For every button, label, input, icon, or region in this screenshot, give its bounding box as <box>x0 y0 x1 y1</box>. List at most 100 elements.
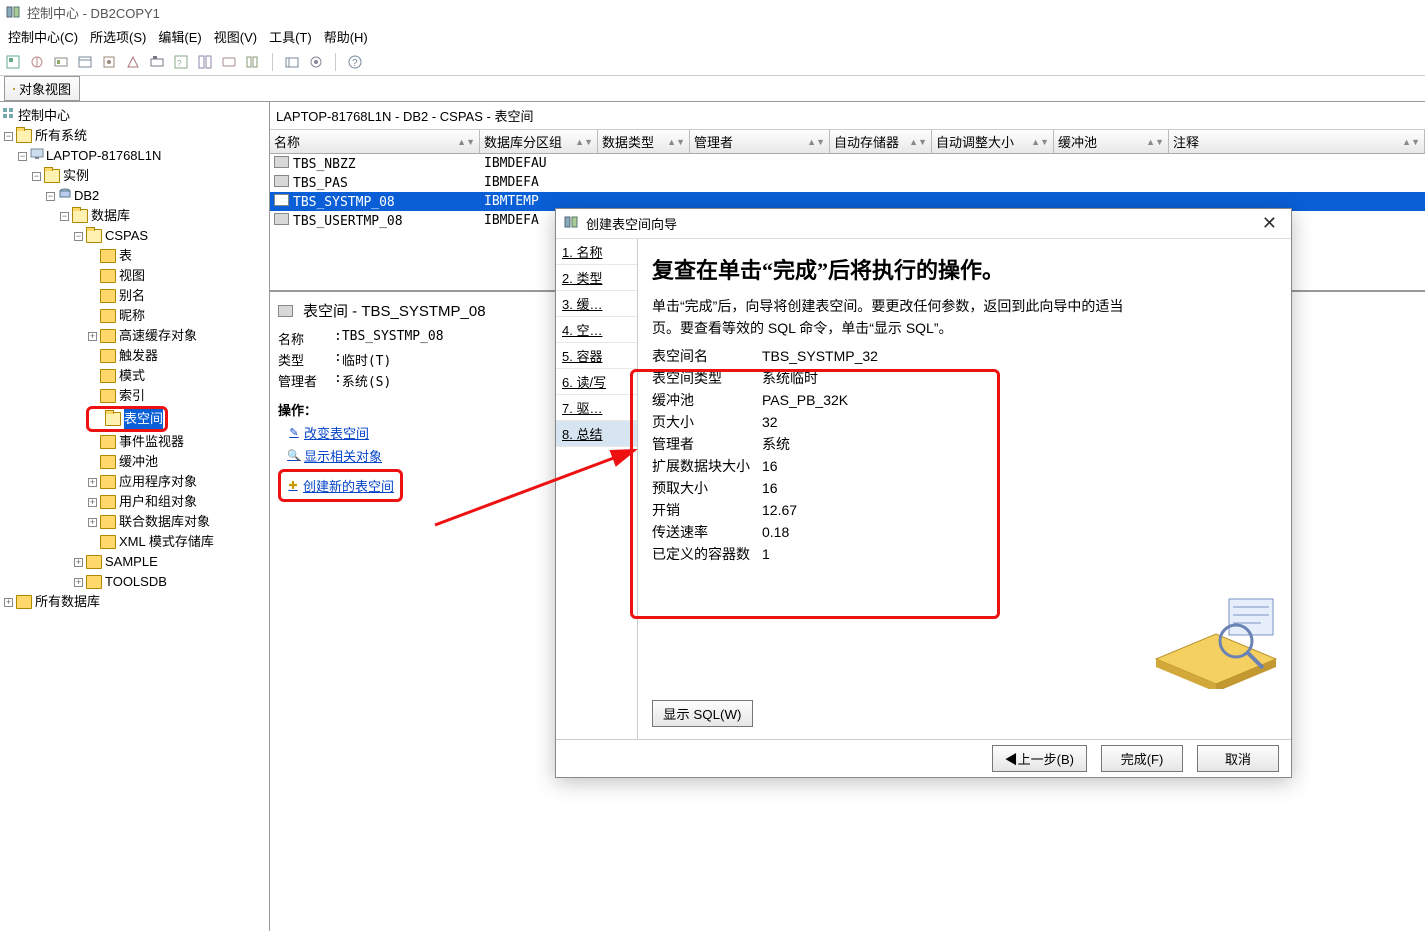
toolbar-icon-13[interactable] <box>307 53 325 71</box>
object-view-button[interactable]: 对象视图 <box>4 76 80 101</box>
menu-edit[interactable]: 编辑(E) <box>154 25 205 48</box>
menu-view[interactable]: 视图(V) <box>210 25 261 48</box>
tree-cspas[interactable]: − CSPAS <box>2 226 267 246</box>
tree-item[interactable]: XML 模式存储库 <box>2 532 267 552</box>
tree-item[interactable]: 表 <box>2 246 267 266</box>
tree-item[interactable]: 别名 <box>2 286 267 306</box>
wizard-icon <box>564 214 580 233</box>
toolbar-help-icon[interactable]: ? <box>346 53 364 71</box>
edit-icon: ✎ <box>288 427 300 439</box>
wizard-subtext1: 单击“完成”后，向导将创建表空间。要更改任何参数，返回到此向导中的适当 <box>652 295 1277 317</box>
view-tabs: 对象视图 <box>0 76 1425 102</box>
menu-help[interactable]: 帮助(H) <box>320 25 372 48</box>
tree-toolsdb[interactable]: +TOOLSDB <box>2 572 267 592</box>
toolbar-icon-1[interactable] <box>4 53 22 71</box>
wizard-illustration <box>1151 589 1281 689</box>
tree-item-tablespace[interactable]: 表空间 <box>2 406 267 432</box>
toolbar-icon-2[interactable] <box>28 53 46 71</box>
tree-item[interactable]: 索引 <box>2 386 267 406</box>
wizard-step-7[interactable]: 7. 驱… <box>556 395 637 421</box>
wizard-step-3[interactable]: 3. 缓… <box>556 291 637 317</box>
folder-open-icon <box>44 169 60 183</box>
wizard-nav: 1. 名称 2. 类型 3. 缓… 4. 空… 5. 容器 6. 读/写 7. … <box>556 239 638 739</box>
wizard-summary: 表空间名TBS_SYSTMP_32 表空间类型系统临时 缓冲池PAS_PB_32… <box>652 345 1277 565</box>
tree-item[interactable]: 事件监视器 <box>2 432 267 452</box>
toolbar-icon-8[interactable]: ? <box>172 53 190 71</box>
col-bufpool[interactable]: 缓冲池▲▼ <box>1054 130 1169 153</box>
back-button[interactable]: ◀上一步(B) <box>992 745 1087 772</box>
toolbar-icon-7[interactable] <box>148 53 166 71</box>
folder-open-icon <box>16 129 32 143</box>
menu-tools[interactable]: 工具(T) <box>265 25 316 48</box>
table-row[interactable]: TBS_NBZZIBMDEFAU <box>270 154 1425 173</box>
window-title-bar: 控制中心 - DB2COPY1 <box>0 0 1425 24</box>
tree-root[interactable]: 控制中心 <box>2 106 267 126</box>
col-dtype[interactable]: 数据类型▲▼ <box>598 130 690 153</box>
tree-item[interactable]: +用户和组对象 <box>2 492 267 512</box>
col-comment[interactable]: 注释▲▼ <box>1169 130 1425 153</box>
tree-item[interactable]: 模式 <box>2 366 267 386</box>
tree-db2[interactable]: − DB2 <box>2 186 267 206</box>
wizard-subtext2: 页。要查看等效的 SQL 命令，单击“显示 SQL”。 <box>652 317 1277 339</box>
menu-selection[interactable]: 所选项(S) <box>86 25 150 48</box>
wizard-step-1[interactable]: 1. 名称 <box>556 239 637 265</box>
wizard-step-2[interactable]: 2. 类型 <box>556 265 637 291</box>
tree-pane[interactable]: 控制中心 − 所有系统 − LAPTOP-81768L1N − 实例 − DB2 <box>0 102 270 931</box>
folder-open-icon <box>72 209 88 223</box>
tree-item[interactable]: 昵称 <box>2 306 267 326</box>
window-title: 控制中心 - DB2COPY1 <box>27 3 160 22</box>
show-sql-button[interactable]: 显示 SQL(W) <box>652 700 753 727</box>
app-icon <box>6 4 22 20</box>
toolbar-icon-9[interactable] <box>196 53 214 71</box>
col-name[interactable]: 名称▲▼ <box>270 130 480 153</box>
plus-icon: ✚ <box>287 480 299 492</box>
col-autostore[interactable]: 自动存储器▲▼ <box>830 130 932 153</box>
toolbar-icon-12[interactable] <box>283 53 301 71</box>
toolbar-icon-6[interactable] <box>124 53 142 71</box>
finish-button[interactable]: 完成(F) <box>1101 745 1183 772</box>
tree-all-systems[interactable]: − 所有系统 <box>2 126 267 146</box>
object-view-label: 对象视图 <box>19 79 71 98</box>
grid-header: 名称▲▼ 数据库分区组▲▼ 数据类型▲▼ 管理者▲▼ 自动存储器▲▼ 自动调整大… <box>270 130 1425 154</box>
wizard-heading: 复查在单击“完成”后将执行的操作。 <box>652 253 1277 285</box>
toolbar-icon-11[interactable] <box>244 53 262 71</box>
op-create-ts[interactable]: ✚创建新的表空间 <box>287 476 394 495</box>
tree-item[interactable]: +高速缓存对象 <box>2 326 267 346</box>
create-tablespace-wizard: 创建表空间向导 ✕ 1. 名称 2. 类型 3. 缓… 4. 空… 5. 容器 … <box>555 208 1292 778</box>
tree-item[interactable]: 缓冲池 <box>2 452 267 472</box>
wizard-step-6[interactable]: 6. 读/写 <box>556 369 637 395</box>
toolbar-icon-4[interactable] <box>76 53 94 71</box>
wizard-step-5[interactable]: 5. 容器 <box>556 343 637 369</box>
tree-item[interactable]: 视图 <box>2 266 267 286</box>
tree-sample[interactable]: +SAMPLE <box>2 552 267 572</box>
table-row[interactable]: TBS_PASIBMDEFA <box>270 173 1425 192</box>
tree-item[interactable]: +联合数据库对象 <box>2 512 267 532</box>
tree-item[interactable]: +应用程序对象 <box>2 472 267 492</box>
wizard-step-4[interactable]: 4. 空… <box>556 317 637 343</box>
menu-control-center[interactable]: 控制中心(C) <box>4 25 82 48</box>
close-button[interactable]: ✕ <box>1256 213 1283 234</box>
tree-instances[interactable]: − 实例 <box>2 166 267 186</box>
wizard-step-8[interactable]: 8. 总结 <box>556 421 637 447</box>
wizard-footer: ◀上一步(B) 完成(F) 取消 <box>556 739 1291 777</box>
col-mgr[interactable]: 管理者▲▼ <box>690 130 830 153</box>
tree-all-dbs[interactable]: +所有数据库 <box>2 592 267 612</box>
tree-host[interactable]: − LAPTOP-81768L1N <box>2 146 267 166</box>
wizard-content: 复查在单击“完成”后将执行的操作。 单击“完成”后，向导将创建表空间。要更改任何… <box>638 239 1291 739</box>
toolbar: ? ? <box>0 48 1425 76</box>
toolbar-icon-5[interactable] <box>100 53 118 71</box>
svg-text:?: ? <box>177 59 182 68</box>
breadcrumb: LAPTOP-81768L1N - DB2 - CSPAS - 表空间 <box>270 102 1425 130</box>
search-icon: 🔍 <box>288 450 300 462</box>
wizard-title-bar: 创建表空间向导 ✕ <box>556 209 1291 239</box>
col-autosize[interactable]: 自动调整大小▲▼ <box>932 130 1054 153</box>
toolbar-icon-10[interactable] <box>220 53 238 71</box>
tree-item[interactable]: 触发器 <box>2 346 267 366</box>
folder-open-icon <box>86 229 102 243</box>
svg-text:?: ? <box>352 58 358 69</box>
toolbar-icon-3[interactable] <box>52 53 70 71</box>
cancel-button[interactable]: 取消 <box>1197 745 1279 772</box>
wizard-title: 创建表空间向导 <box>586 214 677 233</box>
tree-databases[interactable]: − 数据库 <box>2 206 267 226</box>
col-pg[interactable]: 数据库分区组▲▼ <box>480 130 598 153</box>
